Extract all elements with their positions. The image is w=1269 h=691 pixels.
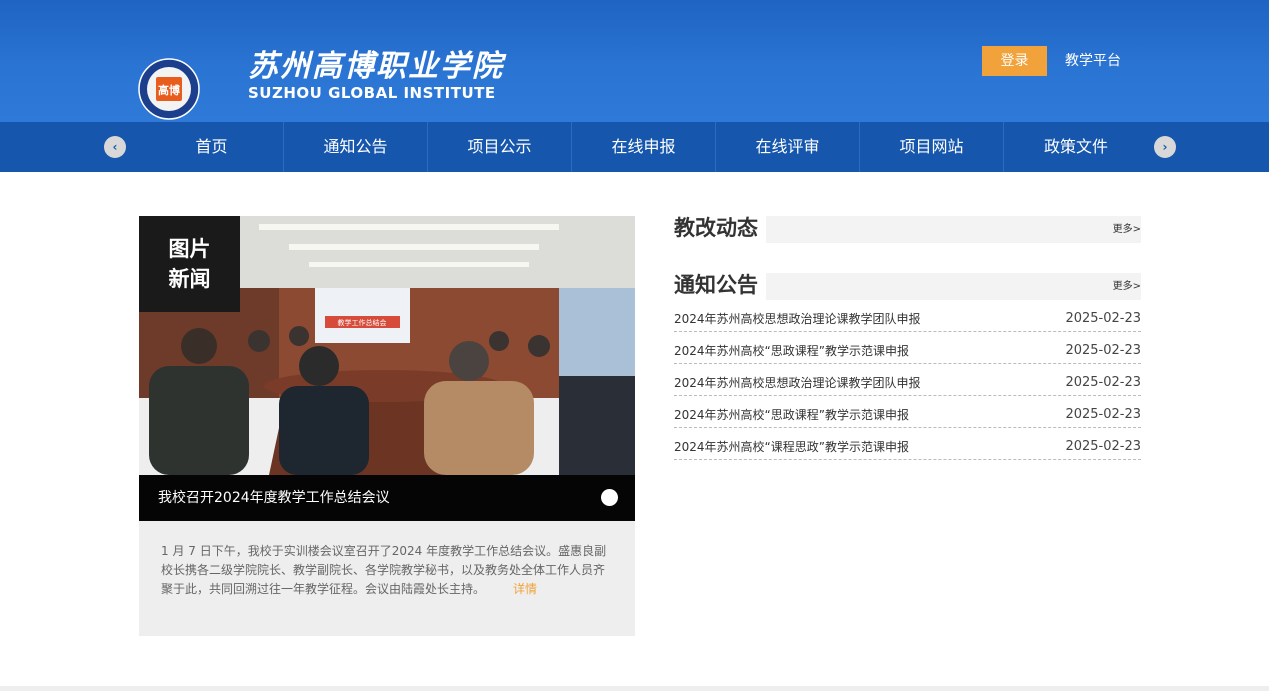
picture-news-tag: 图片 新闻 [139,216,240,312]
notices-section: 通知公告 更多> 2024年苏州高校思想政治理论课教学团队申报 2025-02-… [674,271,1141,460]
school-seal-logo[interactable]: 高博 [138,36,200,122]
seal-glyph: 高博 [158,83,180,97]
reform-more-link[interactable]: 更多> [1113,216,1141,243]
nav-item-policy[interactable]: 政策文件 [1004,122,1148,172]
notices-section-header: 通知公告 更多> [674,271,1141,300]
news-detail-link[interactable]: 详情 [513,582,537,596]
nav-item-project-site[interactable]: 项目网站 [860,122,1004,172]
login-button[interactable]: 登录 [982,46,1047,76]
nav-item-notices[interactable]: 通知公告 [284,122,428,172]
footer-divider [0,686,1269,691]
nav-item-projects[interactable]: 项目公示 [428,122,572,172]
tag-line-1: 图片 [168,237,211,261]
nav-item-online-apply[interactable]: 在线申报 [572,122,716,172]
picture-news-panel: 教学工作总结会 图片 新闻 我校召开2024年度教学工作总结会议 1 月 7 日… [139,216,635,636]
notice-title[interactable]: 2024年苏州高校“思政课程”教学示范课申报 [674,408,909,422]
nav-prev-arrow-icon[interactable]: ‹ [104,136,126,158]
reform-section-header: 教改动态 更多> [674,214,1141,243]
nav-items: 首页 通知公告 项目公示 在线申报 在线评审 项目网站 政策文件 [140,122,1148,172]
notices-title: 通知公告 [674,271,766,300]
site-header: 高博 苏州高博职业学院 SUZHOU GLOBAL INSTITUTE 登录 教… [0,0,1269,122]
news-caption-link[interactable]: 我校召开2024年度教学工作总结会议 [158,475,390,521]
notice-title[interactable]: 2024年苏州高校“思政课程”教学示范课申报 [674,344,909,358]
nav-item-home[interactable]: 首页 [140,122,284,172]
reform-section: 教改动态 更多> [674,214,1141,243]
nav-item-online-review[interactable]: 在线评审 [716,122,860,172]
news-photo[interactable]: 教学工作总结会 图片 新闻 [139,216,635,475]
notices-more-link[interactable]: 更多> [1113,273,1141,300]
nav-next-arrow-icon[interactable]: › [1154,136,1176,158]
notice-title[interactable]: 2024年苏州高校思想政治理论课教学团队申报 [674,312,921,326]
notice-list: 2024年苏州高校思想政治理论课教学团队申报 2025-02-23 2024年苏… [674,300,1141,460]
notice-title[interactable]: 2024年苏州高校思想政治理论课教学团队申报 [674,376,921,390]
notice-date: 2025-02-23 [1065,439,1141,454]
reform-title: 教改动态 [674,214,766,243]
list-item[interactable]: 2024年苏州高校“课程思政”教学示范课申报 2025-02-23 [674,428,1141,460]
news-summary: 1 月 7 日下午，我校于实训楼会议室召开了2024 年度教学工作总结会议。盛惠… [161,542,613,599]
notice-title[interactable]: 2024年苏州高校“课程思政”教学示范课申报 [674,440,909,454]
list-item[interactable]: 2024年苏州高校思想政治理论课教学团队申报 2025-02-23 [674,364,1141,396]
school-name: 苏州高博职业学院 SUZHOU GLOBAL INSTITUTE [248,48,504,102]
slide-indicator-dot[interactable] [601,489,618,506]
screen-banner-text: 教学工作总结会 [338,318,387,327]
list-item[interactable]: 2024年苏州高校思想政治理论课教学团队申报 2025-02-23 [674,300,1141,332]
list-item[interactable]: 2024年苏州高校“思政课程”教学示范课申报 2025-02-23 [674,332,1141,364]
school-name-en: SUZHOU GLOBAL INSTITUTE [248,84,496,102]
news-caption-bar: 我校召开2024年度教学工作总结会议 [139,475,635,521]
news-summary-text: 1 月 7 日下午，我校于实训楼会议室召开了2024 年度教学工作总结会议。盛惠… [161,544,607,596]
teaching-platform-link[interactable]: 教学平台 [1065,46,1121,76]
school-name-cn: 苏州高博职业学院 [248,49,504,84]
list-item[interactable]: 2024年苏州高校“思政课程”教学示范课申报 2025-02-23 [674,396,1141,428]
tag-line-2: 新闻 [168,267,211,291]
